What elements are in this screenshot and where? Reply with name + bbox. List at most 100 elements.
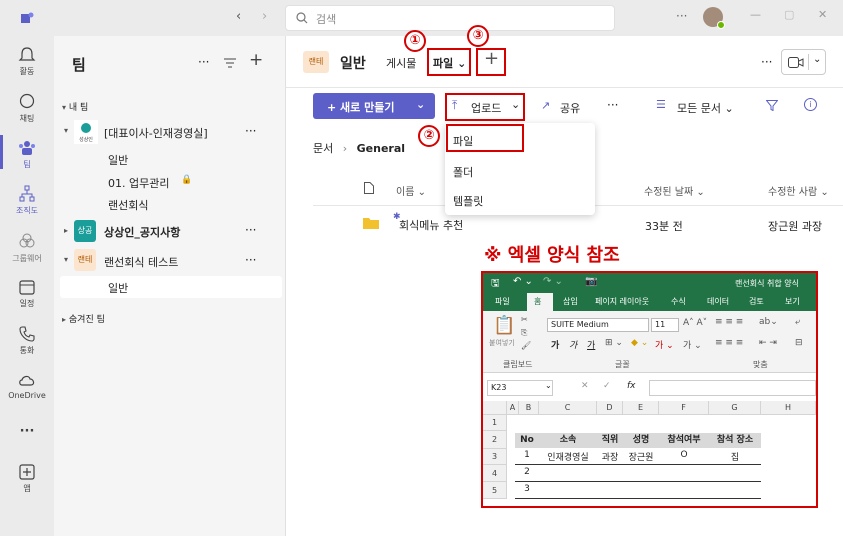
rail-groupware[interactable]: 그룹웨어 [0, 233, 54, 264]
more-options-icon[interactable]: ··· [198, 55, 209, 69]
rail-activity[interactable]: 활동 [0, 46, 54, 77]
forward-icon[interactable]: › [262, 9, 267, 24]
highlight-file-item [446, 124, 524, 152]
all-docs-dropdown[interactable]: 모든 문서 ⌄ [677, 100, 734, 116]
header-cell: 참석여부 [659, 433, 709, 448]
new-button[interactable]: + 새로 만들기 ⌄ [313, 93, 435, 119]
fill-color-icon: ◆ ⌄ [631, 338, 649, 348]
rail-calendar[interactable]: 일정 [0, 278, 54, 309]
rail-teams[interactable]: 팀 [0, 135, 54, 170]
function-icon: fx [627, 381, 636, 391]
info-icon[interactable]: i [804, 98, 817, 111]
rail-calls[interactable]: 통화 [0, 325, 54, 356]
teams-panel: 팀 ··· + ▾ 내 팀 ▾ 성상인 [대표이사-인재경영실] ··· 일반 … [54, 36, 286, 536]
name-box: K23 [487, 380, 553, 396]
minimize-icon[interactable]: — [750, 8, 761, 21]
search-icon [296, 12, 308, 24]
header-cell: 직위 [597, 433, 623, 448]
column-modified[interactable]: 수정된 날짜 ⌄ [644, 183, 705, 198]
collapse-icon[interactable]: ▾ [64, 126, 68, 135]
channel-badge: 랜테 [303, 51, 329, 73]
header-cell: 성명 [623, 433, 659, 448]
collapse-icon[interactable]: ▾ [64, 255, 68, 264]
chevron-down-icon: ⌄ [545, 381, 552, 390]
team-more-icon[interactable]: ··· [245, 124, 256, 138]
rail-apps[interactable]: 앱 [0, 463, 54, 494]
more-icon: ··· [19, 424, 35, 439]
file-type-icon [364, 182, 374, 194]
back-icon[interactable]: ‹ [236, 9, 241, 24]
confirm-icon: ✓ [603, 381, 611, 391]
rail-onedrive[interactable]: OneDrive [0, 371, 54, 400]
meet-button[interactable]: ⌄ [781, 49, 826, 75]
folder-icon [363, 218, 379, 229]
breadcrumb-root[interactable]: 문서 [313, 142, 333, 155]
teams-icon [19, 141, 35, 155]
highlight-upload [445, 93, 525, 121]
redo-icon: ↷ ⌄ [543, 276, 563, 287]
groupware-icon [19, 233, 35, 248]
channel-item[interactable]: 01. 업무관리 [108, 175, 169, 191]
merge-icon: ⊟ [795, 338, 803, 348]
app-rail: 활동 채팅 팀 조직도 그룹웨어 일정 통화 OneDrive ··· 앱 [0, 36, 54, 536]
font-grow-icon: A˄ A˅ [683, 318, 708, 328]
chevron-down-icon: ⌄ [416, 98, 426, 111]
channel-title: 일반 [340, 56, 366, 72]
filter-icon[interactable] [766, 100, 778, 111]
excel-tabs: 파일 홈 삽입 페이지 레이아웃 수식 데이터 검토 보기 [483, 293, 816, 311]
menu-item-folder[interactable]: 폴더 [453, 164, 473, 180]
camera-icon: 📷 [585, 276, 598, 287]
chat-icon [19, 93, 35, 109]
team-name[interactable]: 랜선회식 테스트 [104, 254, 178, 270]
close-icon[interactable]: ✕ [818, 8, 827, 21]
rail-org-chart[interactable]: 조직도 [0, 185, 54, 216]
italic-icon: 가 [569, 341, 578, 351]
my-teams-header[interactable]: ▾ 내 팀 [62, 100, 88, 113]
team-name[interactable]: [대표이사-인재경영실] [104, 125, 208, 141]
breadcrumb: 문서 › General [313, 142, 406, 155]
rail-chat[interactable]: 채팅 [0, 93, 54, 124]
format-painter-icon: 🖌 [521, 341, 532, 350]
search-input[interactable]: 검색 [285, 5, 615, 31]
add-team-icon[interactable]: + [249, 50, 263, 70]
data-cell: 집 [730, 453, 740, 463]
avatar[interactable] [703, 7, 725, 29]
team-more-icon[interactable]: ··· [245, 253, 256, 267]
video-icon [788, 57, 804, 68]
tab-posts[interactable]: 게시물 [386, 55, 416, 71]
border-icon: ⊞ ⌄ [605, 338, 623, 348]
more-icon[interactable]: ··· [761, 55, 772, 69]
font-color-icon: 가 ⌄ [655, 341, 674, 351]
more-icon[interactable]: ··· [676, 9, 687, 23]
menu-item-template[interactable]: 템플릿 [453, 193, 483, 209]
undo-icon: ↶ ⌄ [513, 276, 533, 287]
onedrive-icon [19, 375, 35, 386]
column-name[interactable]: 이름 ⌄ [396, 183, 426, 198]
hidden-teams[interactable]: ▸ 숨겨진 팀 [62, 312, 105, 325]
formula-input [649, 380, 816, 396]
expand-icon[interactable]: ▸ [64, 226, 68, 235]
team-more-icon[interactable]: ··· [245, 223, 256, 237]
paste-icon: 📋 [493, 315, 516, 336]
channel-item[interactable]: 일반 [108, 152, 128, 168]
maximize-icon[interactable]: ▢ [784, 8, 794, 21]
underline-icon: 가 [587, 341, 596, 351]
channel-item-selected[interactable]: 일반 [60, 276, 282, 298]
svg-text:성상인: 성상인 [79, 136, 93, 143]
chevron-down-icon: ⌄ [813, 54, 822, 65]
rail-more[interactable]: ··· [0, 424, 54, 439]
divider [286, 87, 843, 88]
highlight-files-tab [427, 48, 471, 76]
data-cell: 과장 [601, 453, 619, 463]
share-button[interactable]: 공유 [560, 100, 580, 116]
team-name[interactable]: 상상인_공지사항 [104, 224, 180, 240]
more-icon[interactable]: ··· [607, 98, 618, 112]
filter-icon[interactable] [224, 58, 236, 68]
excel-note: ※ 엑셀 양식 참조 [484, 245, 620, 266]
orientation-icon: ab⌄ [759, 317, 778, 327]
excel-screenshot: 🖫 ↶ ⌄ ↷ ⌄ 📷 랜선회식 취합 양식 파일 홈 삽입 페이지 레이아웃 … [481, 271, 818, 508]
column-modified-by[interactable]: 수정한 사람 ⌄ [768, 183, 829, 198]
save-icon: 🖫 [491, 278, 500, 289]
teams-logo-icon [21, 12, 34, 23]
channel-item[interactable]: 랜선회식 [108, 197, 148, 213]
